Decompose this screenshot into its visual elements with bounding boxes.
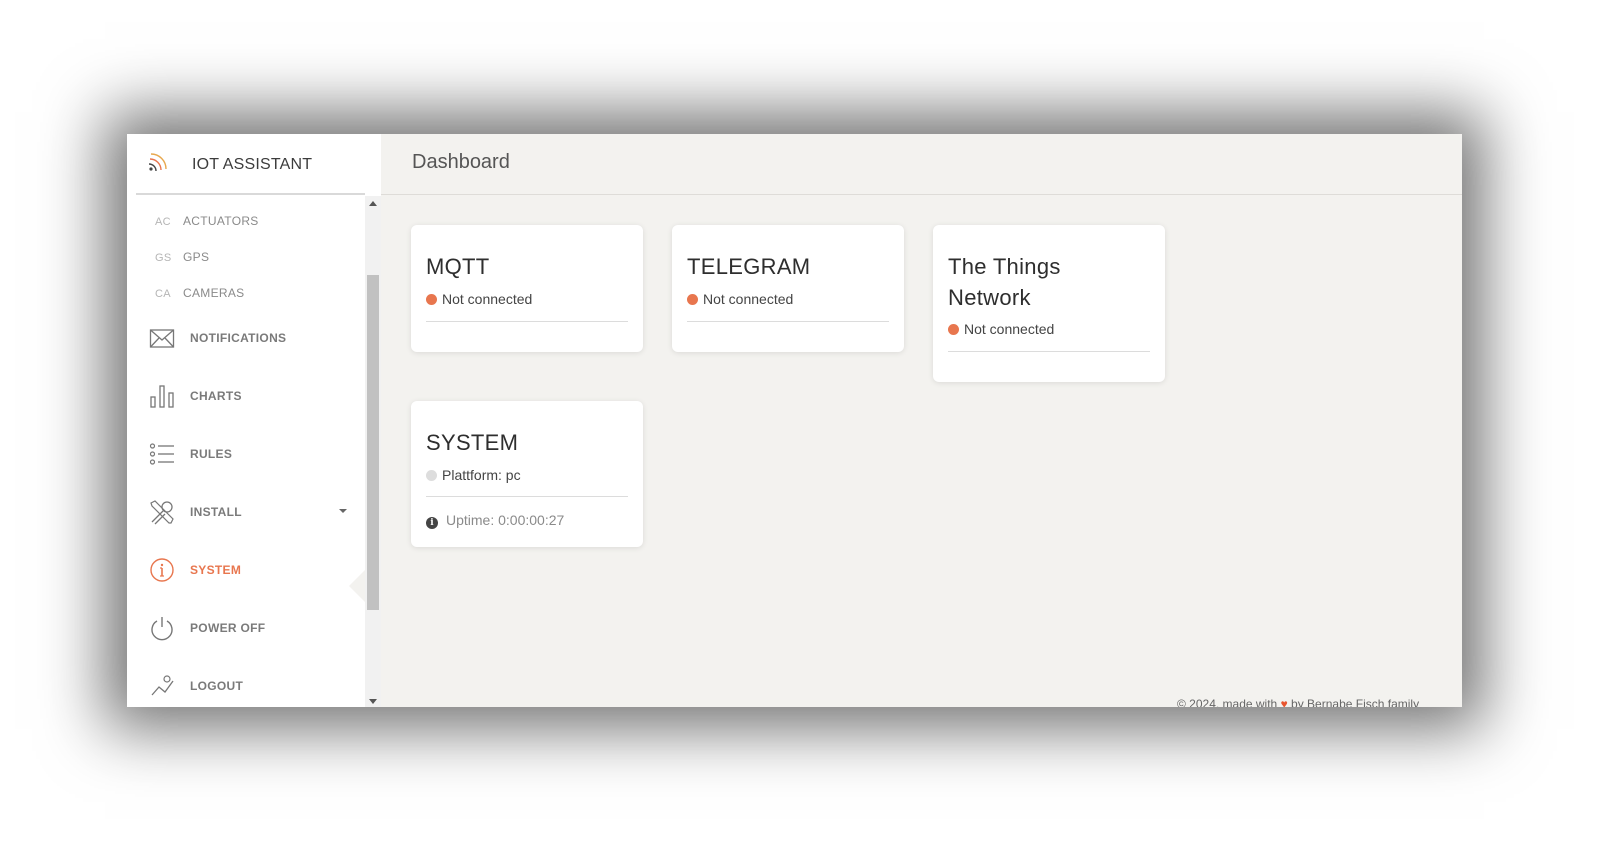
subitem-label: CAMERAS [183,286,245,300]
sidebar-subitem-cameras[interactable]: CA CAMERAS [155,286,244,306]
active-item-indicator [349,570,365,602]
ttn-card[interactable]: The Things Network Not connected [933,225,1165,382]
sidebar-item-label: SYSTEM [190,563,242,577]
scroll-up-arrow-icon[interactable] [369,201,377,206]
subitem-abbr: CA [155,288,171,300]
scrollbar-thumb[interactable] [367,275,379,610]
chevron-down-icon[interactable] [339,509,347,513]
card-title: MQTT [426,254,490,279]
sidebar-item-label: POWER OFF [190,621,266,635]
subitem-label: ACTUATORS [183,214,259,228]
card-title: TELEGRAM [687,254,811,279]
status-text: Not connected [442,291,533,307]
divider [426,496,628,497]
sidebar-menu: AC ACTUATORS GS GPS CA CAMERAS NOTIFICATION… [127,196,365,707]
wifi-signal-icon [148,153,167,172]
sidebar-subitem-actuators[interactable]: AC ACTUATORS [155,214,259,234]
status-dot-icon [948,324,959,335]
uptime-row: i Uptime: 0:00:00:27 [426,512,564,529]
info-icon: i [426,517,438,529]
sidebar: IOT ASSISTANT AC ACTUATORS GS GPS CA CAMERA… [127,134,381,707]
card-title-line2: Network [948,285,1031,310]
status-dot-icon [687,294,698,305]
sidebar-item-rules[interactable]: RULES [149,437,359,473]
sidebar-item-notifications[interactable]: NOTIFICATIONS [149,321,359,357]
connection-status: Not connected [948,321,1054,337]
sidebar-item-system[interactable]: SYSTEM [149,553,359,589]
subitem-abbr: GS [155,252,172,264]
status-text: Not connected [703,291,794,307]
card-title: The Things Network [948,251,1061,313]
brand[interactable]: IOT ASSISTANT [136,134,365,195]
logout-icon [151,675,174,696]
card-title: SYSTEM [426,430,519,455]
connection-status: Not connected [426,291,532,307]
footer-suffix: by Bernabe Fisch family [1291,697,1420,707]
sidebar-item-power-off[interactable]: POWER OFF [149,611,359,647]
sidebar-item-label: LOGOUT [190,679,244,693]
app-title: IOT ASSISTANT [192,156,313,173]
status-dot-icon [426,294,437,305]
app-window: IOT ASSISTANT AC ACTUATORS GS GPS CA CAMERA… [127,134,1462,707]
divider [426,321,628,322]
status-text: Not connected [964,321,1055,337]
system-card[interactable]: SYSTEM Plattform: pc i Uptime: 0:00:00:27 [411,401,643,547]
card-title-line1: The Things [948,254,1061,279]
sidebar-item-label: RULES [190,447,233,461]
info-circle-icon [150,558,174,582]
scroll-down-arrow-icon[interactable] [369,699,377,704]
subitem-label: GPS [183,250,210,264]
footer: © 2024, made with ♥ by Bernabe Fisch fam… [1177,697,1419,707]
divider [948,351,1150,352]
subitem-abbr: AC [155,216,171,228]
list-icon [149,443,174,465]
sidebar-scrollbar[interactable] [365,196,381,707]
divider [687,321,889,322]
connection-status: Not connected [687,291,793,307]
envelope-icon [149,329,175,348]
heart-icon: ♥ [1280,697,1288,707]
sidebar-item-install[interactable]: INSTALL [149,495,359,531]
bar-chart-icon [150,385,174,408]
platform-status: Plattform: pc [426,467,521,483]
sidebar-item-charts[interactable]: CHARTS [149,379,359,415]
tools-icon [150,500,174,525]
telegram-card[interactable]: TELEGRAM Not connected [672,225,904,352]
mqtt-card[interactable]: MQTT Not connected [411,225,643,352]
sidebar-item-logout[interactable]: LOGOUT [149,669,359,705]
sidebar-item-label: NOTIFICATIONS [190,331,287,345]
top-header: Dashboard [381,134,1462,195]
power-icon [151,617,173,641]
sidebar-item-label: INSTALL [190,505,242,519]
sidebar-item-label: CHARTS [190,389,242,403]
status-dot-icon [426,470,437,481]
footer-prefix: © 2024, made with [1177,697,1278,707]
sidebar-subitem-gps[interactable]: GS GPS [155,250,209,270]
uptime-text: Uptime: 0:00:00:27 [446,512,565,528]
page-title: Dashboard [412,151,510,173]
platform-text: Plattform: pc [442,467,521,483]
